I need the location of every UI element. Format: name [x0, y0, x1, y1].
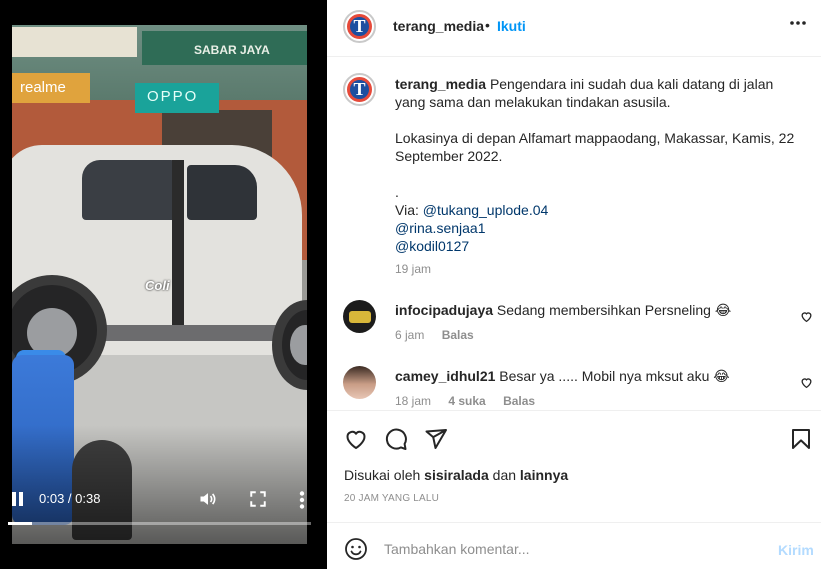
post-timestamp: 20 JAM YANG LALU	[344, 493, 440, 504]
more-horizontal-icon[interactable]	[789, 20, 807, 26]
comment-icon[interactable]	[384, 427, 408, 451]
heart-icon[interactable]	[344, 427, 368, 451]
comment-input[interactable]	[384, 535, 764, 563]
liked-by-user[interactable]: sisiralada	[424, 467, 489, 483]
avatar[interactable]: T	[343, 10, 376, 43]
add-comment-bar: Kirim	[327, 522, 821, 569]
avatar[interactable]	[343, 300, 376, 333]
small-signboard	[12, 27, 137, 57]
comment-time: 6 jam	[395, 328, 425, 342]
comment-meta: 18 jam 4 suka Balas	[395, 394, 549, 408]
liked-by: Disukai oleh sisiralada dan lainnya	[344, 467, 568, 483]
video-controls: 0:03 / 0:38	[12, 485, 312, 515]
car-door-gap	[172, 160, 184, 335]
comment-time: 18 jam	[395, 394, 432, 408]
bookmark-icon[interactable]	[789, 427, 813, 451]
post-actions: Disukai oleh sisiralada dan lainnya 20 J…	[327, 410, 821, 522]
reply-button[interactable]: Balas	[442, 328, 474, 342]
comment-username[interactable]: camey_idhul21	[395, 368, 495, 384]
video-watermark: Coli	[145, 278, 170, 293]
volume-icon[interactable]	[198, 489, 218, 509]
video-player[interactable]: SABAR JAYA realme OPPO Coli	[12, 25, 307, 544]
heart-icon[interactable]	[800, 310, 813, 323]
realme-sign: realme	[12, 73, 90, 103]
heart-icon[interactable]	[800, 376, 813, 389]
comment-body: Sedang membersihkan Persneling 😂	[496, 302, 732, 318]
avatar[interactable]	[343, 366, 376, 399]
video-time: 0:03 / 0:38	[39, 491, 101, 506]
car-window	[82, 160, 177, 220]
oppo-sign: OPPO	[135, 83, 219, 113]
caption-body: Pengendara ini sudah dua kali datang di …	[395, 76, 795, 218]
mention-link[interactable]: @tukang_uplode.04	[423, 202, 549, 218]
post-details: T terang_media • Ikuti T terang_media Pe…	[327, 0, 821, 569]
liked-by-prefix: Disukai oleh	[344, 467, 425, 483]
comment-item: infocipadujaya Sedang membersihkan Persn…	[327, 300, 821, 360]
separator-dot: •	[485, 17, 490, 33]
pause-icon[interactable]	[12, 492, 24, 506]
terang-media-logo: T	[347, 77, 372, 102]
post-username[interactable]: terang_media	[393, 18, 484, 34]
comment-likes-count[interactable]: 4 suka	[448, 394, 485, 408]
car-window	[187, 165, 257, 220]
sabar-jaya-sign: SABAR JAYA	[142, 31, 307, 65]
video-progress-fill	[8, 522, 32, 525]
more-vertical-icon[interactable]	[299, 491, 305, 509]
post-comment-button[interactable]: Kirim	[778, 542, 814, 558]
liked-by-others[interactable]: lainnya	[520, 467, 568, 483]
caption-text: terang_media Pengendara ini sudah dua ka…	[395, 75, 805, 255]
reply-button[interactable]: Balas	[503, 394, 535, 408]
caption-username[interactable]: terang_media	[395, 76, 486, 92]
mention-link[interactable]: @kodil0127	[395, 237, 805, 255]
video-pane: SABAR JAYA realme OPPO Coli 0:03 / 0:38	[0, 0, 327, 569]
emoji-icon[interactable]	[344, 537, 368, 561]
fullscreen-icon[interactable]	[249, 490, 267, 508]
caption-timestamp: 19 jam	[395, 262, 432, 276]
follow-button[interactable]: Ikuti	[497, 18, 526, 34]
liked-by-mid: dan	[488, 467, 520, 483]
comment-username[interactable]: infocipadujaya	[395, 302, 493, 318]
avatar-badge	[348, 310, 371, 323]
mention-link[interactable]: @rina.senjaa1	[395, 219, 805, 237]
comment-meta: 6 jam Balas	[395, 328, 488, 342]
terang-media-logo: T	[347, 14, 372, 39]
avatar[interactable]: T	[343, 73, 376, 106]
comment-text: infocipadujaya Sedang membersihkan Persn…	[395, 302, 731, 319]
comment-body: Besar ya ..... Mobil nya mksut aku 😂	[499, 368, 730, 384]
post-header: T terang_media • Ikuti	[327, 0, 821, 57]
share-icon[interactable]	[424, 427, 448, 451]
video-progress-bar[interactable]	[8, 522, 311, 525]
comment-text: camey_idhul21 Besar ya ..... Mobil nya m…	[395, 368, 730, 385]
